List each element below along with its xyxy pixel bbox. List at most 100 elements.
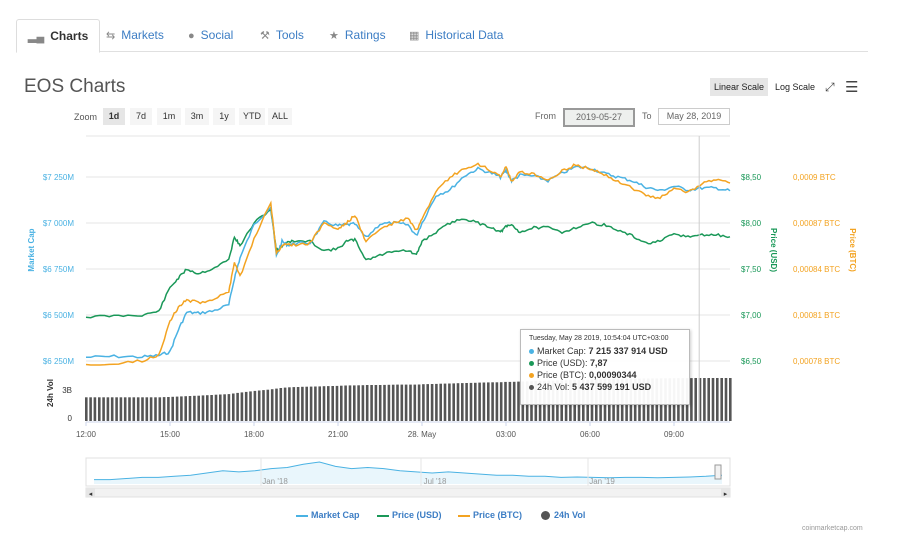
scroll-left-arrow-icon: ◂: [89, 491, 93, 498]
volume-bar: [443, 383, 447, 421]
volume-bar: [175, 396, 179, 421]
volume-bar: [275, 388, 278, 421]
volume-bar: [724, 378, 728, 421]
volume-bar: [508, 381, 512, 421]
volume-bar: [499, 382, 503, 421]
volume-bar: [396, 384, 399, 421]
volume-bar: [331, 386, 334, 421]
volume-bar: [417, 384, 421, 421]
volume-bar: [206, 395, 209, 421]
x-axis-tick-label: 28. May: [408, 430, 436, 439]
volume-bar: [439, 383, 442, 421]
chart-tooltip: Tuesday, May 28 2019, 10:54:04 UTC+03:00…: [520, 329, 690, 405]
volume-bar: [236, 392, 239, 421]
volume-bar: [461, 383, 464, 421]
volume-bar: [487, 382, 490, 421]
usd-axis-title: Price (USD): [769, 228, 778, 272]
x-axis-tick-label: 18:00: [244, 430, 265, 439]
tooltip-row-market-cap: Market Cap: 7 215 337 914 USD: [529, 345, 681, 357]
volume-bar: [214, 394, 218, 421]
volume-bar: [465, 383, 468, 421]
volume-bar: [257, 390, 261, 421]
left-axis-tick-label: $6 500M: [43, 311, 74, 320]
navigator-scrollbar: [85, 487, 731, 498]
volume-bar: [413, 384, 417, 421]
volume-bar: [158, 397, 162, 421]
left-axis-tick-label: $6 250M: [43, 357, 74, 366]
volume-bar: [123, 397, 127, 421]
volume-bar: [318, 386, 321, 421]
volume-bar: [85, 397, 88, 421]
volume-bar: [404, 384, 408, 421]
volume-bar: [98, 397, 101, 421]
legend-market-cap[interactable]: Market Cap: [296, 510, 360, 520]
volume-bar: [292, 387, 296, 421]
volume-bar: [495, 382, 499, 421]
legend-price-usd[interactable]: Price (USD): [377, 510, 442, 520]
volume-bar: [703, 378, 706, 421]
volume-bar: [232, 393, 235, 421]
volume-bar: [340, 385, 343, 421]
volume-bar: [223, 394, 226, 421]
x-axis-tick-label: 03:00: [496, 430, 517, 439]
x-axis-tick-label: 09:00: [664, 430, 685, 439]
volume-bar: [365, 385, 369, 421]
volume-bar: [314, 386, 317, 421]
volume-bar: [106, 397, 110, 421]
volume-bar: [301, 386, 304, 421]
volume-bar: [201, 395, 205, 421]
legend-price-btc[interactable]: Price (BTC): [458, 510, 522, 520]
volume-bar: [387, 384, 391, 421]
volume-bar: [474, 382, 477, 421]
volume-bar: [456, 383, 460, 421]
volume-bar: [400, 384, 404, 421]
volume-bar: [296, 387, 300, 421]
volume-bar: [383, 384, 386, 421]
volume-bar: [374, 385, 378, 421]
x-axis-tick-label: 15:00: [160, 430, 181, 439]
volume-bar: [115, 397, 118, 421]
tooltip-row-price-btc: Price (BTC): 0,00090344: [529, 369, 681, 381]
volume-bar: [110, 397, 114, 421]
volume-bar: [193, 395, 196, 421]
volume-bar: [249, 391, 252, 421]
volume-bar: [171, 396, 174, 421]
volume-bar: [270, 389, 274, 421]
volume-bar: [370, 385, 373, 421]
volume-bar: [353, 385, 356, 421]
volume-bar: [279, 388, 283, 421]
legend-volume[interactable]: 24h Vol: [541, 510, 585, 521]
volume-bar: [141, 397, 144, 421]
volume-bar: [711, 378, 715, 421]
volume-bar: [283, 387, 287, 421]
volume-bar: [378, 385, 382, 421]
volume-bar: [720, 378, 723, 421]
market-cap-dot-icon: [529, 349, 534, 355]
volume-bar: [716, 378, 719, 421]
volume-bar: [244, 391, 248, 421]
volume-bar: [227, 394, 231, 421]
price-btc-dot-icon: [529, 373, 534, 379]
volume-bar: [452, 383, 455, 421]
volume-bar: [482, 382, 486, 421]
legend-line-icon: [296, 514, 308, 517]
volume-bar: [240, 392, 244, 421]
volume-bar: [478, 382, 481, 421]
tooltip-row-price-usd: Price (USD): 7,87: [529, 357, 681, 369]
tooltip-row-volume: 24h Vol: 5 437 599 191 USD: [529, 381, 681, 393]
volume-bar: [448, 383, 451, 421]
chart-svg: $7 250M $7 000M $6 750M $6 500M $6 250M $8,50…: [27, 135, 857, 498]
navigator-tick-label: Jul '18: [424, 477, 447, 486]
x-axis-tick-label: 12:00: [76, 430, 97, 439]
volume-bar: [102, 397, 105, 421]
usd-axis-tick-label: $8,50: [741, 173, 762, 182]
volume-bar: [512, 381, 516, 421]
volume-bar: [694, 378, 697, 421]
credit-link[interactable]: coinmarketcap.com: [802, 525, 863, 532]
usd-axis-tick-label: $8,00: [741, 219, 762, 228]
volume-bar: [128, 397, 131, 421]
volume-bar: [132, 397, 136, 421]
legend-line-icon: [458, 514, 470, 517]
btc-axis-tick-label: 0,00084 BTC: [793, 265, 840, 274]
volume-bar: [89, 397, 92, 421]
